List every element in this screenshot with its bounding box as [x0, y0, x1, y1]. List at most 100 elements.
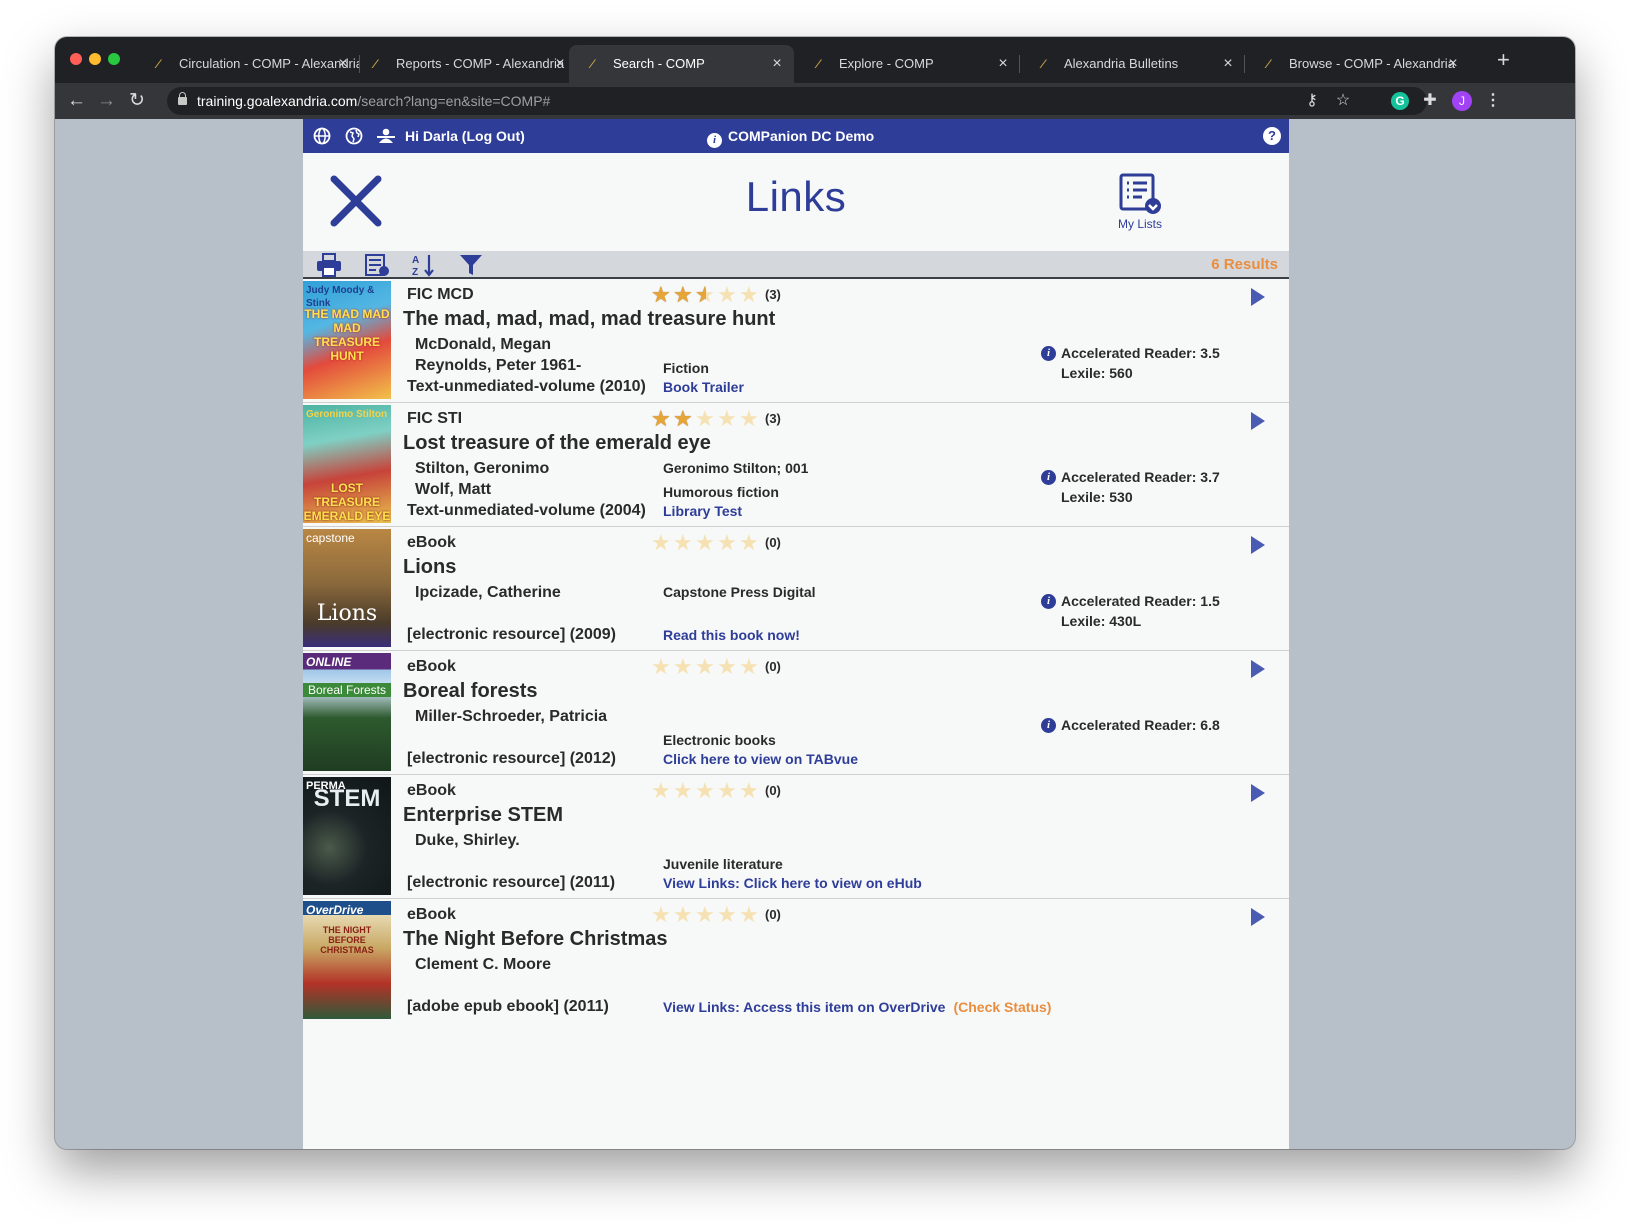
book-title[interactable]: The Night Before Christmas: [403, 928, 667, 951]
resource-link[interactable]: Click here to view on TABvue: [663, 751, 858, 767]
result-row[interactable]: Judy Moody & Stink THE MAD MAD MAD TREAS…: [303, 279, 1289, 403]
author[interactable]: McDonald, Megan: [415, 336, 551, 354]
tab-close-icon[interactable]: ×: [996, 45, 1010, 83]
star-icon[interactable]: ★: [651, 532, 673, 554]
reload-icon[interactable]: ↻: [129, 89, 145, 113]
author[interactable]: Ipcizade, Catherine: [415, 584, 561, 602]
book-cover-image[interactable]: Geronimo Stilton LOST TREASURE EMERALD E…: [303, 405, 391, 523]
book-title[interactable]: Lost treasure of the emerald eye: [403, 432, 711, 455]
print-icon[interactable]: [316, 253, 342, 277]
resource-link[interactable]: Library Test: [663, 503, 742, 519]
resource-link[interactable]: Book Trailer: [663, 379, 744, 395]
star-icon[interactable]: ★: [673, 656, 695, 678]
browser-tab[interactable]: ⁄ Explore - COMP ×: [795, 45, 1020, 83]
tab-close-icon[interactable]: ×: [553, 45, 567, 83]
book-title[interactable]: The mad, mad, mad, mad treasure hunt: [403, 308, 775, 331]
star-rating[interactable]: ★ ★ ★ ★ ★ (0): [651, 532, 781, 554]
result-row[interactable]: PERMA STEM eBook ★ ★ ★ ★ ★ (0) Enterprise STE…: [303, 775, 1289, 899]
star-icon[interactable]: ★: [717, 532, 739, 554]
resource-link[interactable]: View Links: Click here to view on eHub: [663, 875, 922, 891]
my-lists-button[interactable]: My Lists: [1115, 173, 1165, 231]
star-icon[interactable]: ★: [673, 532, 695, 554]
star-icon[interactable]: ★: [717, 656, 739, 678]
address-bar[interactable]: training.goalexandria.com/search?lang=en…: [167, 87, 1427, 115]
grammarly-icon[interactable]: G: [1391, 92, 1409, 110]
info-icon[interactable]: i: [1041, 594, 1056, 609]
star-rating[interactable]: ★ ★ ★ ★ ★ (0): [651, 780, 781, 802]
star-icon[interactable]: ★: [739, 408, 761, 430]
star-icon[interactable]: ★: [651, 904, 673, 926]
resource-link-text[interactable]: View Links: Access this item on OverDriv…: [663, 999, 945, 1015]
browser-menu-icon[interactable]: ⋮: [1483, 91, 1503, 111]
star-icon[interactable]: ★: [739, 904, 761, 926]
browser-tab[interactable]: ⁄ Alexandria Bulletins ×: [1020, 45, 1245, 83]
author[interactable]: Reynolds, Peter 1961-: [415, 357, 581, 375]
book-cover-image[interactable]: ONLINE Boreal Forests: [303, 653, 391, 771]
play-arrow-icon[interactable]: [1251, 908, 1265, 926]
add-to-list-icon[interactable]: [364, 253, 390, 277]
author[interactable]: Clement C. Moore: [415, 956, 551, 974]
author[interactable]: Miller-Schroeder, Patricia: [415, 708, 607, 726]
play-arrow-icon[interactable]: [1251, 412, 1265, 430]
tab-close-icon[interactable]: ×: [770, 45, 784, 83]
book-title[interactable]: Boreal forests: [403, 680, 538, 703]
star-icon[interactable]: ★: [673, 780, 695, 802]
star-rating[interactable]: ★ ★ ★ ★ ★ ★ ★ ★ (3): [651, 284, 781, 306]
star-icon[interactable]: ★: [739, 780, 761, 802]
star-icon[interactable]: ★: [717, 284, 739, 306]
check-status-link[interactable]: (Check Status): [953, 999, 1051, 1015]
info-icon[interactable]: i: [1041, 346, 1056, 361]
browser-tab[interactable]: ⁄ Circulation - COMP - Alexandria ×: [135, 45, 360, 83]
browser-tab-active[interactable]: ⁄ Search - COMP ×: [569, 45, 794, 83]
bookmark-star-icon[interactable]: ☆: [1333, 91, 1353, 111]
book-title[interactable]: Enterprise STEM: [403, 804, 563, 827]
browser-tab[interactable]: ⁄ Browse - COMP - Alexandria ×: [1245, 45, 1470, 83]
star-icon[interactable]: ★: [695, 408, 717, 430]
star-icon[interactable]: ★: [695, 904, 717, 926]
book-title[interactable]: Lions: [403, 556, 456, 579]
info-icon[interactable]: i: [707, 133, 722, 148]
star-icon[interactable]: ★: [739, 284, 761, 306]
star-rating[interactable]: ★ ★ ★ ★ ★ (0): [651, 656, 781, 678]
user-greeting-logout-link[interactable]: Hi Darla (Log Out): [405, 119, 525, 153]
filter-funnel-icon[interactable]: [458, 253, 484, 277]
star-icon[interactable]: ★ ★: [673, 284, 695, 306]
book-cover-image[interactable]: capstone Lions: [303, 529, 391, 647]
resource-link[interactable]: View Links: Access this item on OverDriv…: [663, 999, 1051, 1015]
star-rating[interactable]: ★ ★ ★ ★ ★ (0): [651, 904, 781, 926]
extensions-puzzle-icon[interactable]: ✚: [1420, 91, 1440, 111]
info-icon[interactable]: i: [1041, 718, 1056, 733]
star-icon[interactable]: ★: [695, 656, 717, 678]
info-icon[interactable]: i: [1041, 470, 1056, 485]
forward-arrow-icon[interactable]: →: [97, 89, 116, 113]
star-icon[interactable]: ★: [717, 904, 739, 926]
series[interactable]: Capstone Press Digital: [663, 584, 816, 600]
star-icon[interactable]: ★: [739, 656, 761, 678]
series[interactable]: Geronimo Stilton; 001: [663, 460, 808, 476]
star-icon[interactable]: ★ ★: [651, 284, 673, 306]
play-arrow-icon[interactable]: [1251, 536, 1265, 554]
author[interactable]: Wolf, Matt: [415, 481, 491, 499]
play-arrow-icon[interactable]: [1251, 660, 1265, 678]
star-icon[interactable]: ★: [651, 780, 673, 802]
new-tab-icon[interactable]: +: [1497, 49, 1510, 71]
author[interactable]: Stilton, Geronimo: [415, 460, 549, 478]
globe-icon[interactable]: [313, 127, 331, 145]
star-icon[interactable]: ★: [717, 408, 739, 430]
result-row[interactable]: Geronimo Stilton LOST TREASURE EMERALD E…: [303, 403, 1289, 527]
star-icon[interactable]: ★: [717, 780, 739, 802]
window-close-button[interactable]: [70, 53, 82, 65]
resource-link[interactable]: Read this book now!: [663, 627, 800, 643]
book-cover-image[interactable]: PERMA STEM: [303, 777, 391, 895]
star-icon[interactable]: ★ ★: [673, 408, 695, 430]
tab-close-icon[interactable]: ×: [1221, 45, 1235, 83]
star-icon[interactable]: ★: [695, 532, 717, 554]
star-icon[interactable]: ★: [651, 656, 673, 678]
key-icon[interactable]: ⚷: [1302, 91, 1322, 111]
result-row[interactable]: ONLINE Boreal Forests eBook ★ ★ ★ ★ ★ (0) Bor…: [303, 651, 1289, 775]
window-zoom-button[interactable]: [108, 53, 120, 65]
star-icon[interactable]: ★: [739, 532, 761, 554]
profile-avatar[interactable]: J: [1452, 91, 1472, 111]
browser-tab[interactable]: ⁄ Reports - COMP - Alexandria ×: [352, 45, 577, 83]
sort-az-icon[interactable]: AZ: [411, 253, 437, 277]
